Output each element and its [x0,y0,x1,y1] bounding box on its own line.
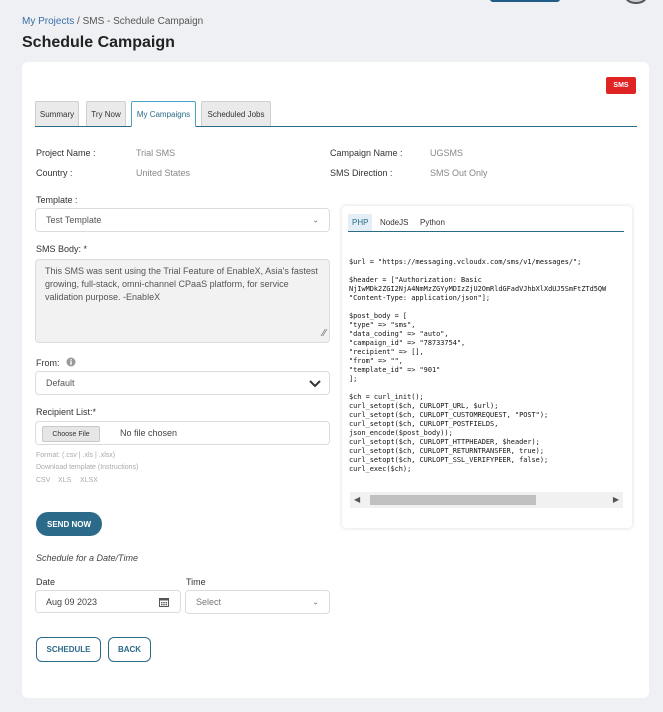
sms-body-textarea[interactable]: This SMS was sent using the Trial Featur… [35,259,330,343]
page-title: Schedule Campaign [22,34,175,51]
breadcrumb-current: SMS - Schedule Campaign [82,16,204,27]
tab-php[interactable]: PHP [348,214,373,231]
sms-body-text: This SMS was sent using the Trial Featur… [45,266,318,302]
send-now-button[interactable]: SEND NOW [36,512,102,536]
campaign-name-label: Campaign Name : [330,148,403,158]
no-file-text: No file chosen [120,428,178,438]
tab-scheduled-jobs[interactable]: Scheduled Jobs [201,101,271,126]
breadcrumb-link-my-projects[interactable]: My Projects [22,16,74,27]
time-select-value: Select [196,597,222,607]
tab-my-campaigns[interactable]: My Campaigns [131,101,196,127]
sms-body-label: SMS Body: * [36,244,88,254]
sms-badge: SMS [606,77,636,94]
country-label: Country : [36,168,73,178]
date-label: Date [36,577,56,587]
scrollbar-thumb[interactable] [370,495,536,505]
caret-right-icon[interactable]: ▶ [613,495,619,504]
tab-python[interactable]: Python [416,214,449,231]
tab-try-now[interactable]: Try Now [86,101,126,126]
horizontal-scrollbar[interactable]: ◀ ▶ [350,492,623,508]
recipient-file-input[interactable]: Choose File No file chosen [35,421,330,445]
schedule-heading: Schedule for a Date/Time [36,553,138,563]
date-value: Aug 09 2023 [46,596,98,607]
date-input[interactable]: Aug 09 2023 [35,590,181,613]
from-label: From: [36,358,60,368]
code-language-tabs: PHP NodeJS Python [348,214,624,232]
campaign-name-value: UGSMS [430,148,464,158]
project-name-label: Project Name : [36,148,96,158]
choose-file-button[interactable]: Choose File [42,426,100,442]
sms-direction-label: SMS Direction : [330,168,393,178]
time-label: Time [186,577,206,587]
resize-handle-icon[interactable]: ∕∕ [323,327,326,340]
user-avatar[interactable] [625,0,647,4]
format-csv-link[interactable]: CSV [36,477,50,484]
project-name-value: Trial SMS [136,148,176,158]
breadcrumb-separator: / [77,16,80,27]
template-select-value: Test Template [46,215,102,225]
download-template-link[interactable]: Download template (Instructions) [36,464,138,471]
format-xlsx-link[interactable]: XLSX [80,477,98,484]
sms-direction-value: SMS Out Only [430,168,488,178]
chevron-down-icon: ⌄ [312,215,319,225]
country-value: United States [136,168,191,178]
tab-bar: Summary Try Now My Campaigns Scheduled J… [35,101,637,127]
tab-nodejs[interactable]: NodeJS [376,214,412,231]
tab-summary[interactable]: Summary [35,101,79,126]
calendar-icon[interactable] [159,597,169,607]
template-label: Template : [36,195,78,205]
top-action-button[interactable] [490,0,560,2]
breadcrumb: My Projects / SMS - Schedule Campaign [22,16,203,27]
schedule-button[interactable]: SCHEDULE [36,637,101,662]
from-select-value: Default [46,378,75,388]
time-select[interactable]: Select ⌄ [185,590,330,614]
format-note: Format: (.csv | .xls | .xlsx) [36,452,116,459]
chevron-down-icon: ⌄ [312,597,319,607]
code-sample-panel: PHP NodeJS Python $url = "https://messag… [342,206,632,528]
from-select[interactable]: Default [35,371,330,395]
info-icon[interactable] [66,357,76,367]
caret-left-icon[interactable]: ◀ [354,495,360,504]
template-select[interactable]: Test Template ⌄ [35,208,330,232]
code-block: $url = "https://messaging.vcloudx.com/sm… [349,258,607,473]
format-xls-link[interactable]: XLS [58,477,71,484]
chevron-down-icon [309,380,321,388]
recipient-list-label: Recipient List:* [36,407,97,417]
back-button[interactable]: BACK [108,637,151,662]
